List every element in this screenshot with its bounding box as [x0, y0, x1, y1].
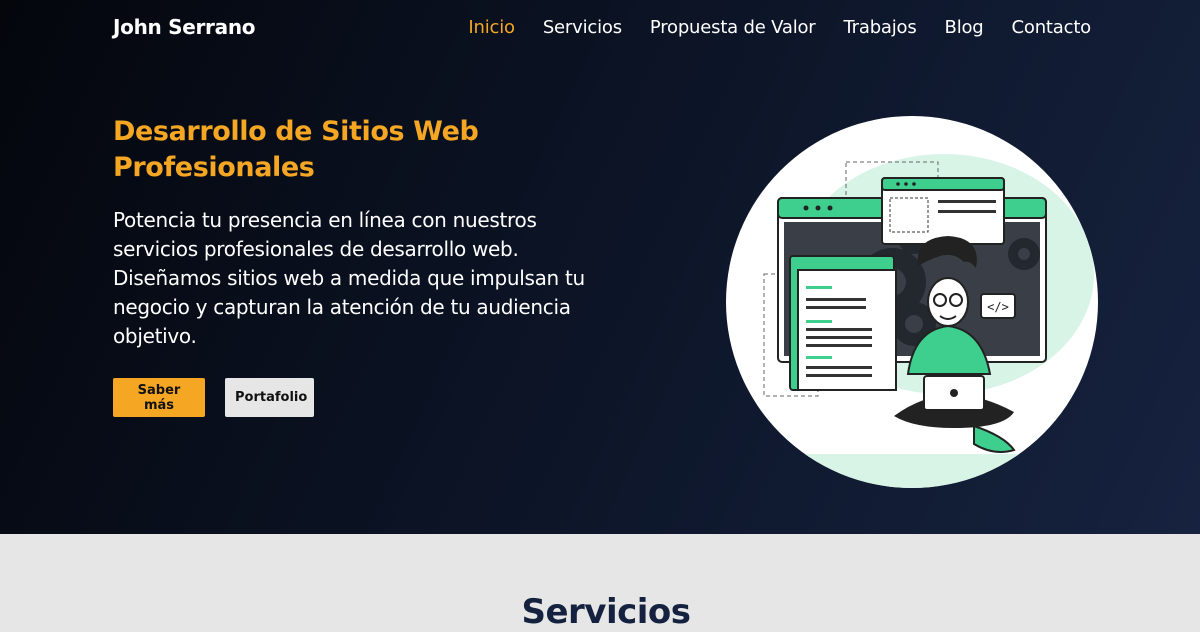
services-heading: Servicios [521, 592, 691, 632]
nav-item-inicio[interactable]: Inicio [468, 17, 515, 38]
services-section: Servicios [0, 534, 1200, 632]
saber-mas-button[interactable]: Saber más [113, 378, 205, 417]
nav-item-blog[interactable]: Blog [945, 17, 984, 38]
nav-item-servicios[interactable]: Servicios [543, 17, 622, 38]
nav-menu: Inicio Servicios Propuesta de Valor Trab… [468, 17, 1091, 38]
small-window-icon [881, 177, 1005, 245]
code-document-icon [789, 255, 897, 391]
top-nav: John Serrano Inicio Servicios Propuesta … [0, 0, 1200, 58]
developer-illustration: </> [726, 116, 1098, 488]
hero-description: Potencia tu presencia en línea con nuest… [113, 208, 585, 348]
hero-section: John Serrano Inicio Servicios Propuesta … [0, 0, 1200, 534]
nav-item-trabajos[interactable]: Trabajos [844, 17, 917, 38]
nav-item-propuesta-de-valor[interactable]: Propuesta de Valor [650, 17, 816, 38]
nav-item-contacto[interactable]: Contacto [1012, 17, 1092, 38]
code-tag-icon: </> [980, 293, 1016, 319]
hero-title: Desarrollo de Sitios Web Profesionales [113, 116, 479, 183]
portafolio-button[interactable]: Portafolio [225, 378, 314, 417]
svg-text:</>: </> [987, 300, 1009, 314]
brand-logo[interactable]: John Serrano [113, 15, 256, 39]
